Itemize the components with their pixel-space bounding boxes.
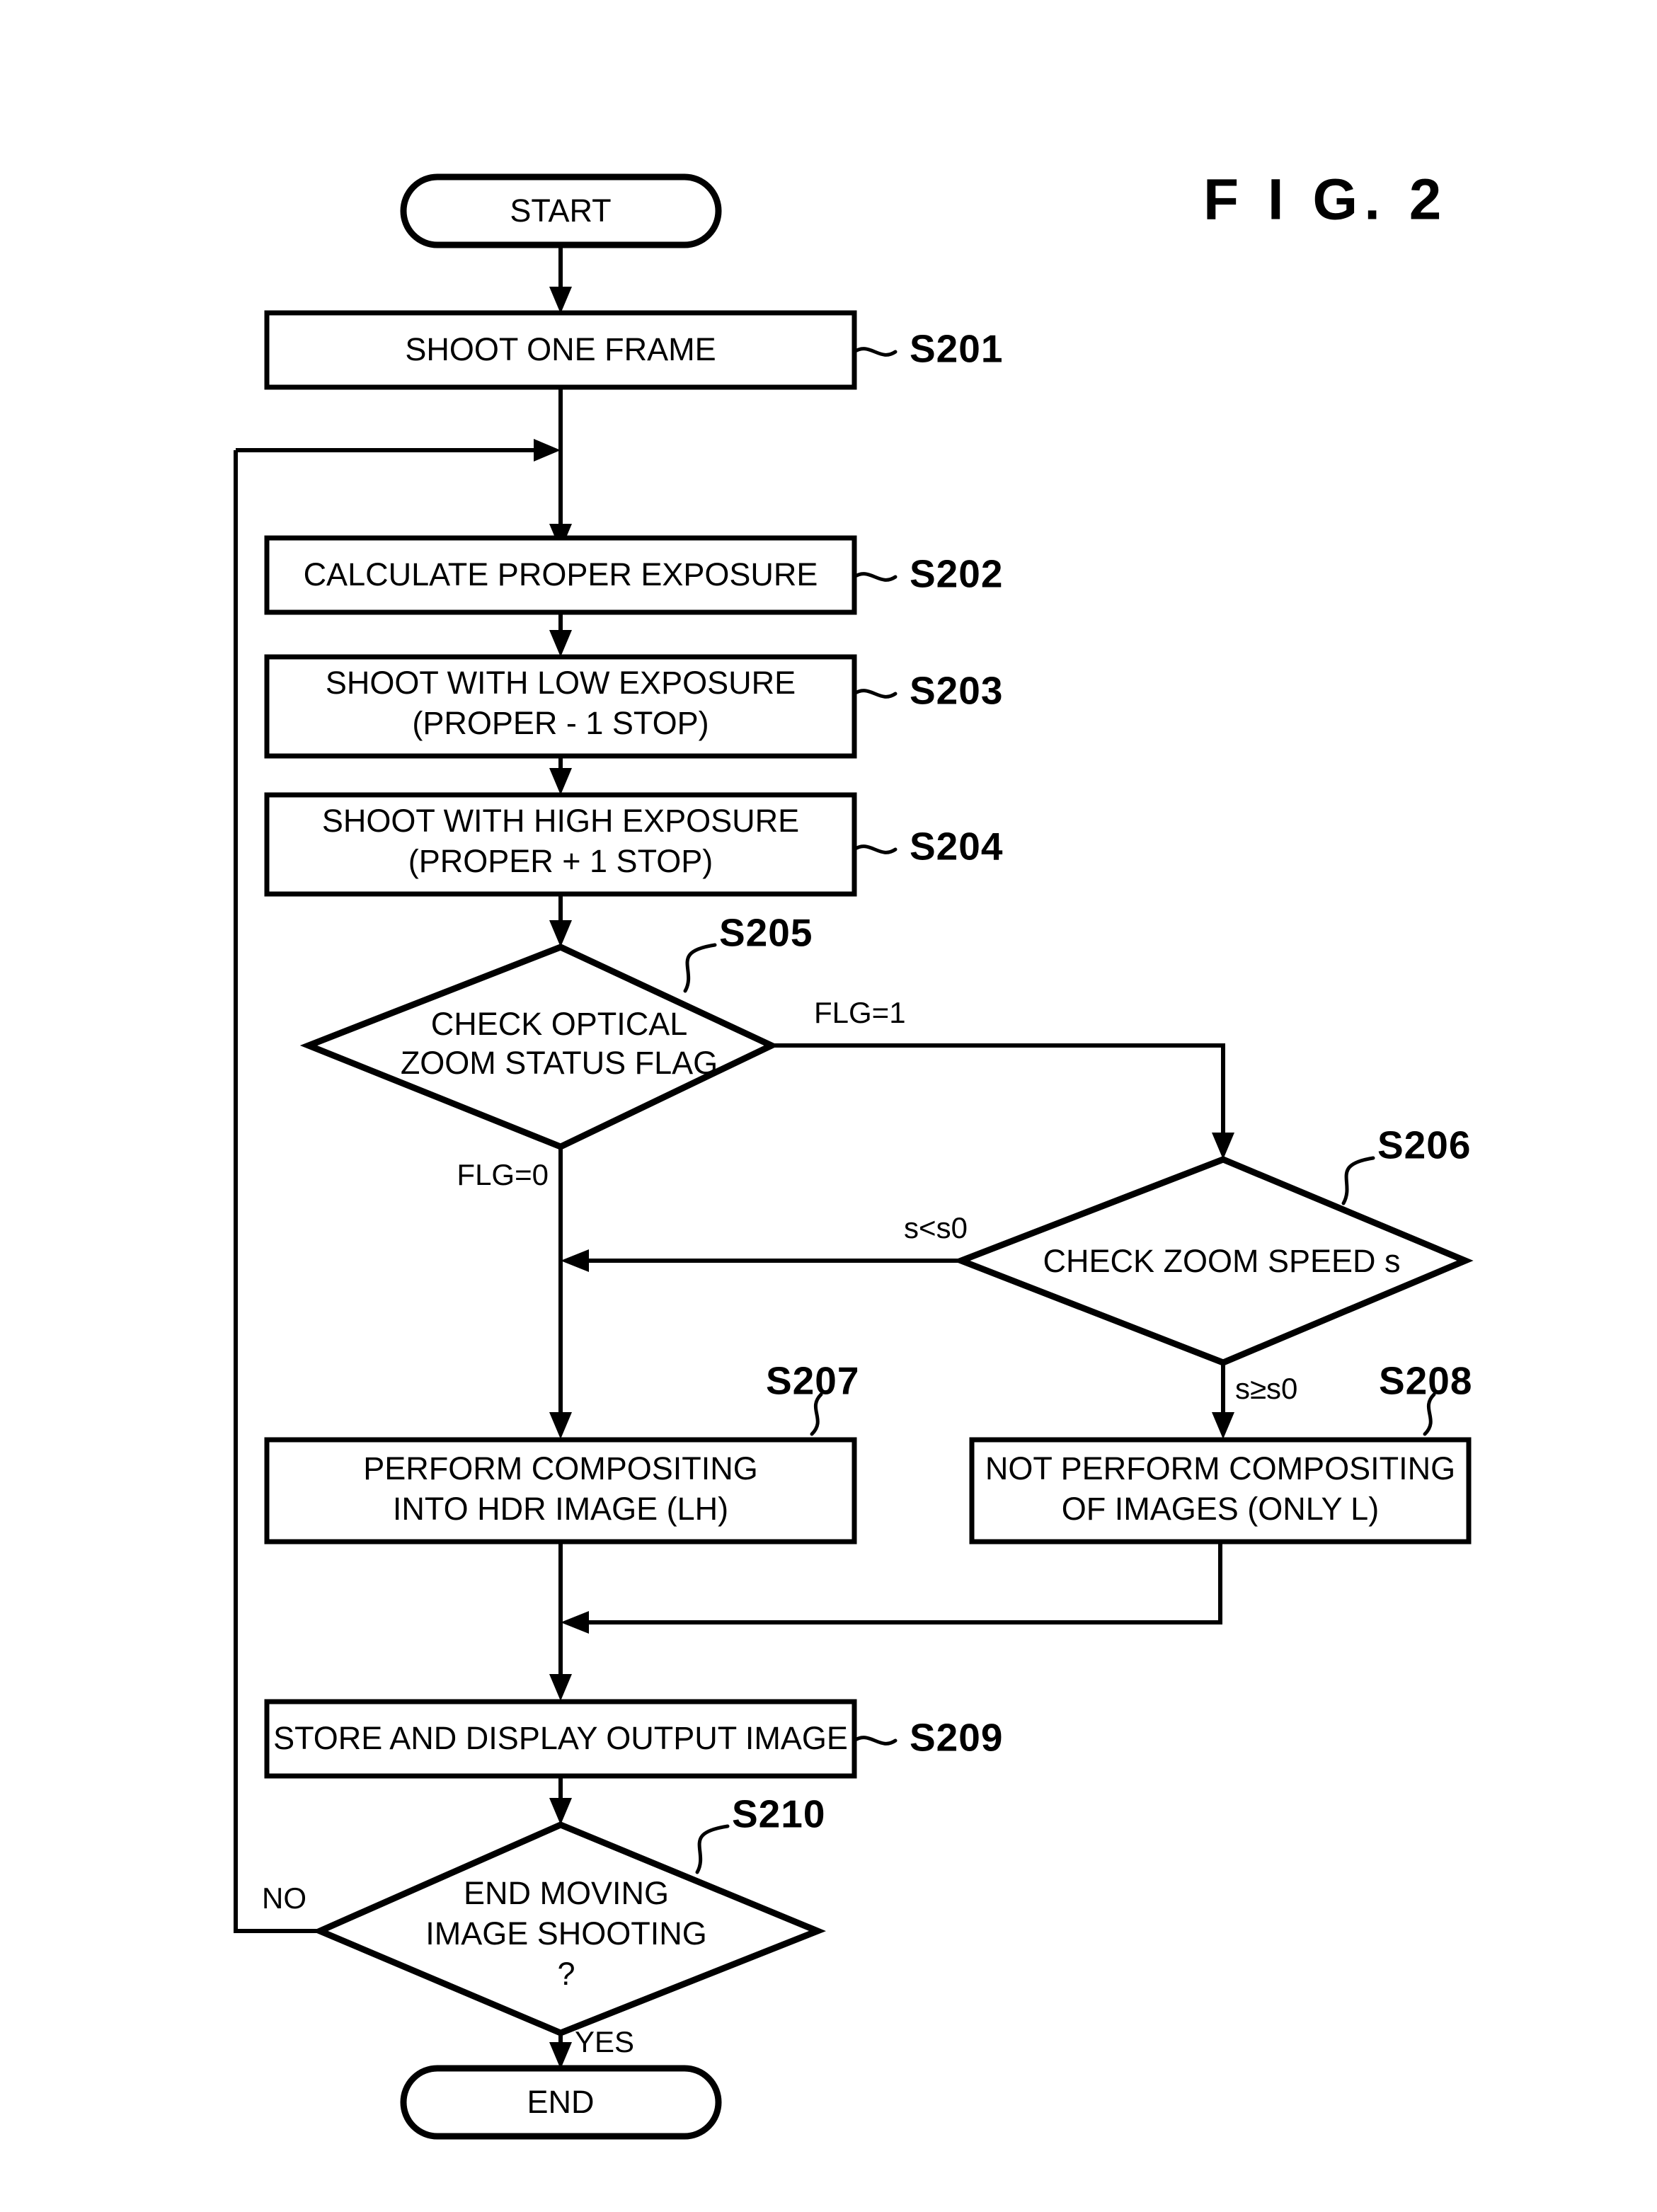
arrowhead-s204-to-s205 (549, 920, 572, 947)
figure-title: F I G. 2 (1203, 168, 1447, 232)
s202-leader (852, 572, 898, 582)
flowchart-svg: F I G. 2 START SHOOT ONE FRAME S201 CALC… (234, 168, 1474, 2140)
s203-label-line1: SHOOT WITH LOW EXPOSURE (326, 665, 796, 701)
s203-step-id: S203 (910, 669, 1003, 713)
s209-leader (852, 1736, 898, 1746)
s207-label-line1: PERFORM COMPOSITING (363, 1450, 758, 1486)
edge-label-yes: YES (575, 2025, 634, 2058)
arrowhead-start-to-s201 (549, 287, 572, 314)
s206-leader (1341, 1156, 1375, 1205)
end-terminal-label: END (527, 2084, 594, 2120)
s210-label-line1: END MOVING (464, 1875, 669, 1911)
s209-label: STORE AND DISPLAY OUTPUT IMAGE (273, 1720, 848, 1756)
connector-s208-to-spine (575, 1542, 1222, 1624)
s210-label-line3: ? (557, 1956, 575, 1992)
edge-label-flg-zero: FLG=0 (457, 1158, 549, 1191)
s201-leader (852, 347, 898, 357)
start-terminal-label: START (510, 193, 611, 229)
s201-label: SHOOT ONE FRAME (405, 331, 716, 367)
s206-label: CHECK ZOOM SPEED s (1043, 1243, 1400, 1279)
s201-step-id: S201 (910, 327, 1003, 371)
s204-label-line2: (PROPER + 1 STOP) (408, 843, 713, 879)
s205-label-line2: ZOOM STATUS FLAG (401, 1045, 718, 1081)
arrowhead-to-s209 (549, 1674, 572, 1701)
s210-step-id: S210 (732, 1792, 825, 1836)
arrowhead-s209-to-s210 (549, 1798, 572, 1825)
arrowhead-s208-merge (561, 1611, 589, 1634)
s206-step-id: S206 (1377, 1123, 1471, 1167)
s205-step-id: S205 (719, 911, 813, 955)
s208-step-id: S208 (1379, 1359, 1472, 1403)
arrowhead-s202-to-s203 (549, 630, 572, 657)
arrowhead-flg0-to-s207 (549, 1412, 572, 1439)
s204-step-id: S204 (910, 825, 1003, 869)
arrowhead-s203-to-s204 (549, 768, 572, 795)
arrowhead-loopback (534, 439, 561, 462)
arrowhead-flg1-to-s206 (1212, 1133, 1234, 1159)
edge-label-speed-ge: s≥s0 (1235, 1372, 1297, 1405)
edge-label-no: NO (262, 1881, 306, 1915)
s209-step-id: S209 (910, 1716, 1003, 1760)
edge-label-flg-one: FLG=1 (814, 996, 906, 1029)
s202-label: CALCULATE PROPER EXPOSURE (304, 556, 818, 592)
arrowhead-fast-to-s208 (1212, 1412, 1234, 1439)
figure-canvas: F I G. 2 START SHOOT ONE FRAME S201 CALC… (0, 0, 1657, 2212)
s207-step-id: S207 (766, 1359, 859, 1403)
s208-label-line1: NOT PERFORM COMPOSITING (985, 1450, 1455, 1486)
s210-label-line2: IMAGE SHOOTING (425, 1915, 707, 1952)
s207-label-line2: INTO HDR IMAGE (LH) (393, 1491, 728, 1527)
s203-label-line2: (PROPER - 1 STOP) (412, 705, 709, 741)
edge-label-speed-less: s<s0 (904, 1211, 968, 1244)
arrowhead-yes-to-end (549, 2042, 572, 2069)
s208-label-line2: OF IMAGES (ONLY L) (1062, 1491, 1379, 1527)
s210-leader (695, 1824, 730, 1874)
arrowhead-slow-to-spine (561, 1249, 589, 1272)
s205-label-line1: CHECK OPTICAL (431, 1006, 688, 1042)
s204-leader (852, 844, 898, 854)
s205-leader (683, 943, 717, 993)
connector-s205-flg1-to-s206 (772, 1043, 1225, 1147)
s204-label-line1: SHOOT WITH HIGH EXPOSURE (322, 803, 799, 839)
s202-step-id: S202 (910, 552, 1003, 596)
s203-leader (852, 689, 898, 699)
